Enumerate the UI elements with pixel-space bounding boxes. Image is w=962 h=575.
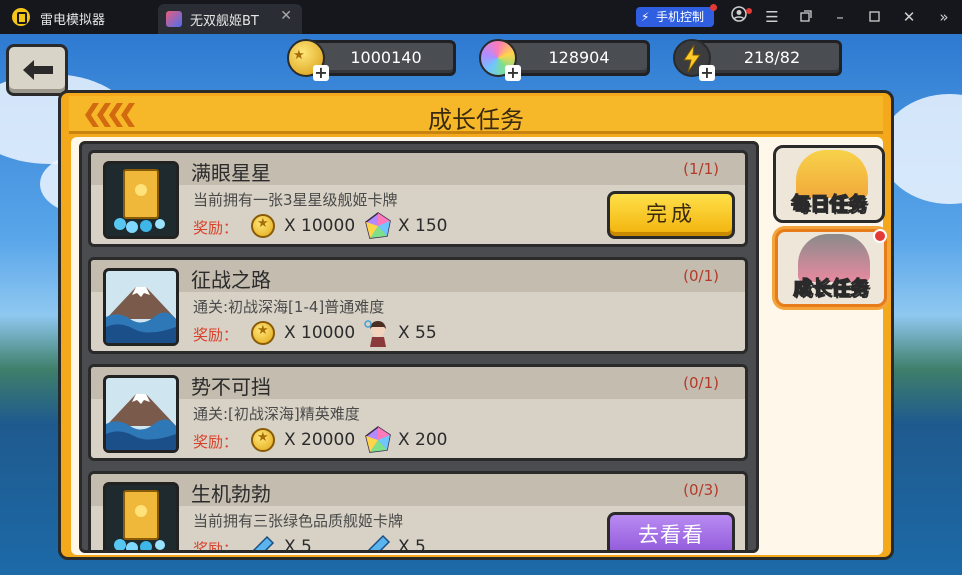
task-header [91, 260, 745, 292]
task-name: 满眼星星 [191, 161, 271, 185]
go-view-button[interactable]: 去看看 [607, 512, 735, 550]
reward-label: 奖励： [193, 219, 239, 237]
restore-icon[interactable] [795, 6, 817, 28]
task-card-thumbnail [103, 482, 179, 550]
panel-title: 成长任务 [428, 106, 524, 134]
panel-header: 成长任务 [69, 96, 883, 134]
reward-label: 奖励： [193, 540, 239, 553]
task-list[interactable]: 满眼星星 (1/1) 当前拥有一张3星星级舰姬卡牌 奖励： X 10000 X … [79, 141, 759, 553]
close-icon[interactable]: ✕ [898, 6, 920, 28]
growth-task-panel: 成长任务 满眼星星 (1/1) 当前拥有一张3星星级舰姬卡牌 奖励： ★ X 1… [58, 90, 894, 560]
reward-label: 奖励： [193, 433, 239, 451]
blue-ticket-icon [367, 534, 391, 550]
gem-counter: + 128904 [479, 39, 650, 81]
task-progress: (0/3) [683, 481, 719, 499]
add-gold-button[interactable]: + [313, 65, 329, 81]
task-card: 势不可挡 (0/1) 通关:[初战深海]精英难度 奖励： X 20000 X 2… [88, 364, 748, 461]
task-header [91, 474, 745, 506]
blue-ticket-icon [252, 535, 275, 550]
gold-coin-icon [251, 428, 275, 452]
task-progress: (0/1) [683, 374, 719, 392]
task-progress: (0/1) [683, 267, 719, 285]
add-gems-button[interactable]: + [505, 65, 521, 81]
task-description: 通关:初战深海[1-4]普通难度 [193, 298, 385, 316]
task-card: 征战之路 (0/1) 通关:初战深海[1-4]普通难度 奖励： X 10000 … [88, 257, 748, 354]
character-icon [364, 320, 386, 347]
task-description: 通关:[初战深海]精英难度 [193, 405, 360, 423]
gold-coin-icon [251, 321, 275, 345]
reward-label: 奖励： [193, 326, 239, 344]
task-description: 当前拥有三张绿色品质舰姬卡牌 [193, 512, 404, 530]
tab-daily-tasks[interactable]: 每日任务 [773, 145, 885, 223]
phone-control-label: 手机控制 [656, 10, 705, 24]
tab-game[interactable]: 无双舰姬BT ✕ [158, 4, 302, 34]
task-card-thumbnail [103, 161, 179, 239]
rainbow-gem-icon [365, 212, 391, 239]
reward-amount: X 10000 [284, 216, 356, 236]
minimize-icon[interactable]: – [829, 6, 851, 28]
reward-amount: X 20000 [284, 430, 356, 450]
card-icon [106, 485, 176, 550]
task-card: 生机勃勃 (0/3) 当前拥有三张绿色品质舰姬卡牌 奖励： X 5 X 5 去看… [88, 471, 748, 553]
tab-label: 每日任务 [790, 193, 867, 216]
task-name: 势不可挡 [191, 375, 271, 399]
account-notification-dot [746, 8, 752, 14]
game-viewport: + 1000140 + 128904 + 218/82 成长任务 [0, 34, 962, 575]
gold-coin-icon [251, 214, 275, 238]
lightning-icon: + [673, 39, 715, 81]
rainbow-gem-icon [365, 426, 391, 453]
task-progress: (1/1) [683, 160, 719, 178]
tab-growth-tasks[interactable]: 成长任务 [775, 229, 887, 307]
task-name: 征战之路 [191, 268, 271, 292]
menu-icon[interactable]: ☰ [761, 6, 783, 28]
gold-counter: + 1000140 [287, 39, 456, 81]
collapse-icon[interactable]: » [933, 6, 955, 28]
rainbow-gem-icon: + [479, 39, 521, 81]
reward-amount: X 5 [398, 537, 426, 553]
lightning-icon: ⚡ [641, 10, 650, 24]
notification-dot [873, 229, 887, 243]
game-app-icon [166, 11, 182, 27]
emulator-app-name: 雷电模拟器 [40, 13, 106, 28]
task-name: 生机勃勃 [191, 482, 271, 506]
task-header [91, 367, 745, 399]
task-header [91, 153, 745, 185]
reward-amount: X 150 [398, 216, 448, 236]
task-stage-thumbnail [103, 375, 179, 453]
tab-label: 成长任务 [792, 277, 869, 300]
emulator-logo-icon [12, 8, 30, 26]
reward-amount: X 5 [284, 537, 312, 553]
reward-amount: X 55 [398, 323, 437, 343]
complete-button[interactable]: 完成 [607, 191, 735, 239]
phone-control-button[interactable]: ⚡ 手机控制 [636, 4, 717, 27]
task-stage-thumbnail [103, 268, 179, 346]
task-card: 满眼星星 (1/1) 当前拥有一张3星星级舰姬卡牌 奖励： X 10000 X … [88, 150, 748, 247]
back-button[interactable] [6, 44, 68, 96]
add-energy-button[interactable]: + [699, 65, 715, 81]
gold-coin-icon: + [287, 39, 329, 81]
notification-dot [710, 4, 717, 11]
task-description: 当前拥有一张3星星级舰姬卡牌 [193, 191, 398, 209]
tab-title: 无双舰姬BT [190, 14, 259, 29]
back-arrow-icon [23, 60, 53, 80]
reward-amount: X 200 [398, 430, 448, 450]
tab-close-icon[interactable]: ✕ [280, 8, 292, 24]
mountain-icon [106, 378, 176, 450]
reward-amount: X 10000 [284, 323, 356, 343]
card-icon [106, 164, 176, 236]
maximize-icon[interactable] [863, 6, 885, 28]
emulator-title-bar: 雷电模拟器 无双舰姬BT ✕ ⚡ 手机控制 ☰ – ✕ » [0, 0, 962, 34]
mountain-icon [106, 271, 176, 343]
energy-counter: + 218/82 [673, 39, 842, 81]
